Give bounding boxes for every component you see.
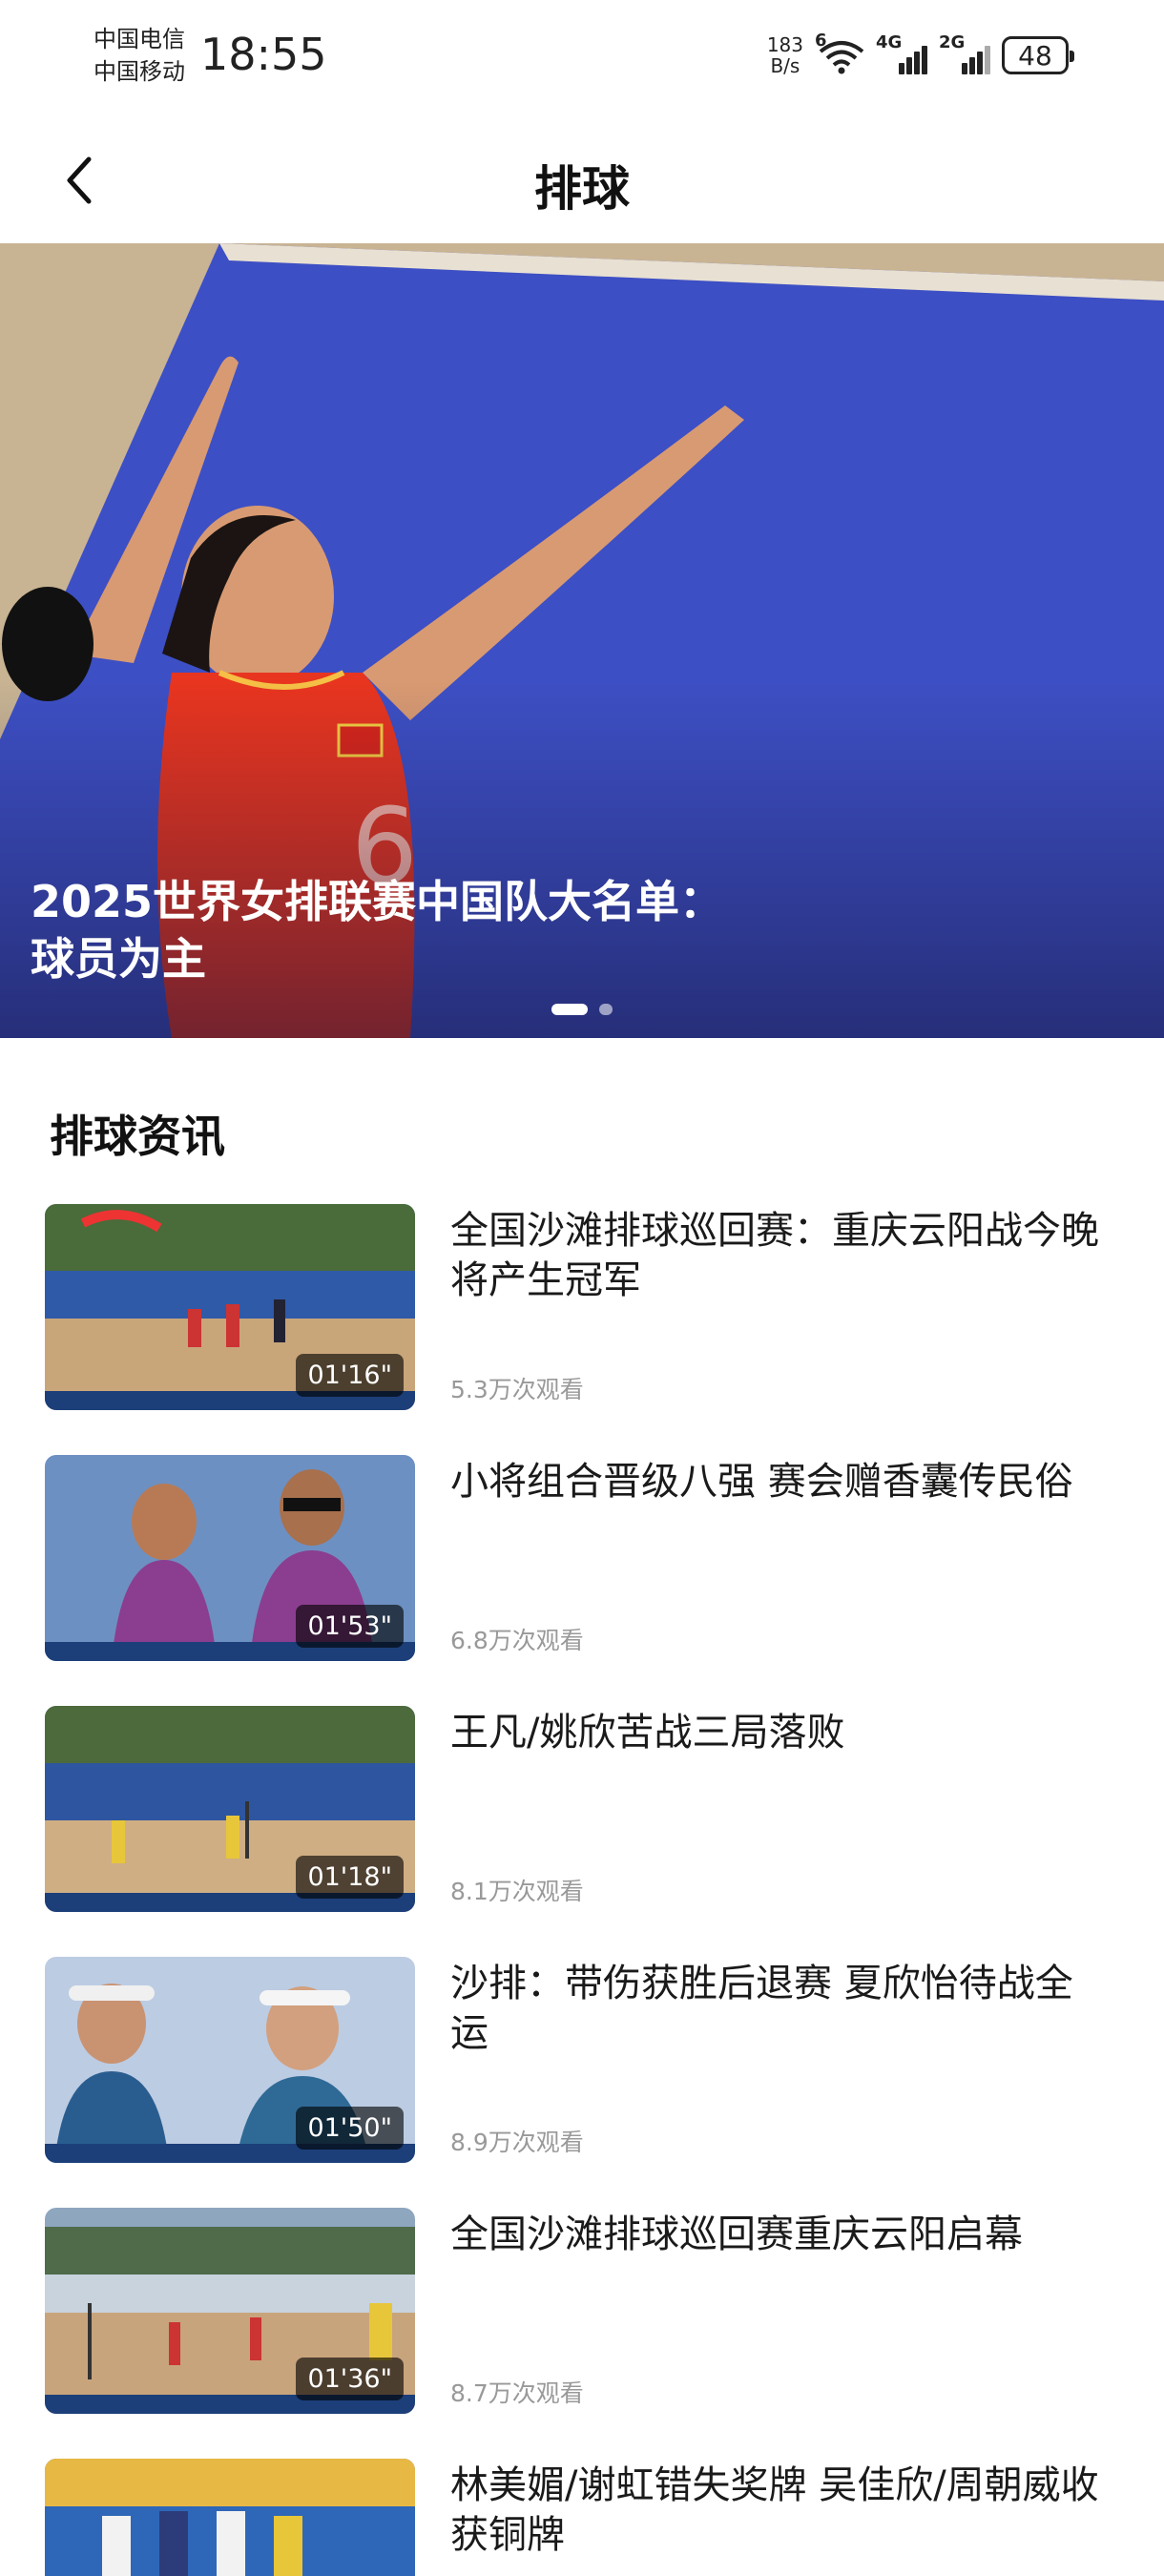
news-title: 林美媚/谢虹错失奖牌 吴佳欣/周朝威收获铜牌 [450,2463,1099,2557]
news-title: 全国沙滩排球巡回赛：重庆云阳战今晚将产生冠军 [450,1209,1099,1302]
video-duration: 01'16" [296,1354,404,1397]
banner-title-line-2: 球员为主 [31,933,206,985]
view-count: 8.9万次观看 [450,2129,584,2156]
status-icons: 183 B/s 6 4G 2G 48 [767,29,1074,82]
video-duration: 01'18" [296,1856,404,1899]
carrier-info: 中国电信 中国移动 [94,23,185,88]
battery-icon: 48 [1002,36,1074,74]
carousel-dot[interactable] [599,1004,613,1015]
video-thumbnail: 01'16" [45,1204,415,1410]
video-thumbnail [45,2459,415,2576]
news-title: 全国沙滩排球巡回赛重庆云阳启幕 [450,2212,1023,2256]
video-thumbnail: 01'18" [45,1706,415,1912]
carousel-dot-active[interactable] [551,1004,588,1015]
view-count: 6.8万次观看 [450,1627,584,1654]
news-item[interactable]: 01'18" 王凡/姚欣苦战三局落败 8.1万次观看 [0,1706,1164,1912]
banner-title: 2025世界女排联赛中国队大名单： 球员为主 [31,873,1080,987]
signal-1-label: 4G [876,32,903,52]
news-title: 小将组合晋级八强 赛会赠香囊传民俗 [450,1460,1073,1504]
news-item[interactable]: 01'36" 全国沙滩排球巡回赛重庆云阳启幕 8.7万次观看 [0,2208,1164,2414]
net-speed: 183 B/s [767,34,803,76]
banner-carousel[interactable]: 6 2025世界女排联赛中国队大名单： 球员为主 [0,243,1164,1038]
news-item[interactable]: 01'53" 小将组合晋级八强 赛会赠香囊传民俗 6.8万次观看 [0,1455,1164,1661]
video-thumbnail-image [45,2459,415,2576]
banner-title-line-1: 2025世界女排联赛中国队大名单： [31,876,724,927]
net-speed-value: 183 [766,33,803,56]
video-duration: 01'53" [296,1605,404,1648]
video-thumbnail: 01'50" [45,1957,415,2163]
video-thumbnail: 01'36" [45,2208,415,2414]
signal-2-label: 2G [939,32,966,52]
section-title: 排球资讯 [50,1111,225,1162]
carrier-1: 中国电信 [94,26,185,52]
video-duration: 01'50" [296,2107,404,2150]
net-speed-unit: B/s [770,54,800,77]
wifi-label: 6 [815,31,827,51]
carousel-indicator [0,1004,1164,1015]
carrier-2: 中国移动 [94,58,185,85]
view-count: 5.3万次观看 [450,1376,584,1403]
news-item[interactable]: 01'16" 全国沙滩排球巡回赛：重庆云阳战今晚将产生冠军 5.3万次观看 [0,1204,1164,1410]
news-item[interactable]: 林美媚/谢虹错失奖牌 吴佳欣/周朝威收获铜牌 [0,2459,1164,2576]
wifi-icon: 6 [815,31,864,74]
signal-2-icon: 2G [939,32,990,74]
status-bar: 中国电信 中国移动 18:55 183 B/s 6 4G 2G 48 [0,0,1164,114]
app-header: 排球 [0,114,1164,243]
page-title: 排球 [534,161,630,217]
news-title: 王凡/姚欣苦战三局落败 [450,1711,845,1755]
signal-1-icon: 4G [876,32,927,74]
news-item[interactable]: 01'50" 沙排：带伤获胜后退赛 夏欣怡待战全运 8.9万次观看 [0,1957,1164,2163]
video-duration: 01'36" [296,2358,404,2400]
view-count: 8.7万次观看 [450,2379,584,2407]
status-time: 18:55 [200,29,327,80]
news-title: 沙排：带伤获胜后退赛 夏欣怡待战全运 [450,1962,1073,2055]
battery-level: 48 [1018,39,1052,72]
video-thumbnail: 01'53" [45,1455,415,1661]
view-count: 8.1万次观看 [450,1878,584,1905]
